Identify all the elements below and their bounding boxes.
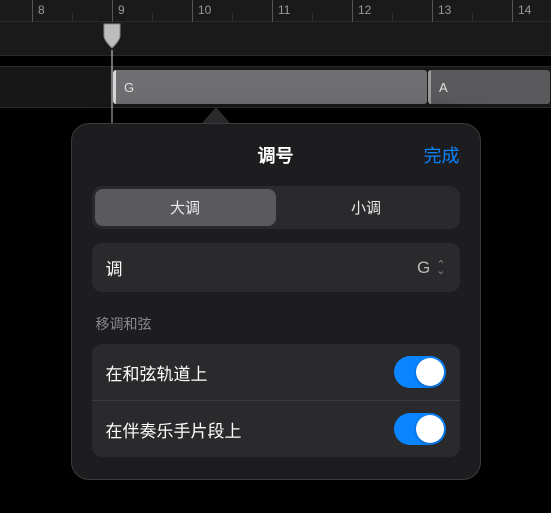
key-selector[interactable]: 调 G ⌃⌄ [92,243,460,292]
major-minor-segmented-control[interactable]: 大调 小调 [92,186,460,229]
done-button[interactable]: 完成 [424,142,460,168]
updown-chevron-icon: ⌃⌄ [436,262,445,274]
playhead-marker[interactable] [102,22,122,50]
timeline-ruler[interactable]: 8 9 10 11 12 13 14 [0,0,551,56]
toggle-label: 在伴奏乐手片段上 [106,417,242,442]
region-label: A [439,80,448,95]
ruler-bar-number: 12 [358,3,371,17]
ruler-bar-number: 8 [38,3,45,17]
switch-chord-track[interactable] [394,356,446,388]
popover-arrow [202,107,230,123]
switch-session-player[interactable] [394,413,446,445]
toggle-row-chord-track: 在和弦轨道上 [92,344,460,400]
toggle-row-session-player: 在伴奏乐手片段上 [92,400,460,457]
segment-minor[interactable]: 小调 [276,189,457,226]
segment-major[interactable]: 大调 [95,189,276,226]
toggle-label: 在和弦轨道上 [106,360,208,385]
key-signature-popover: 调号 完成 大调 小调 调 G ⌃⌄ 移调和弦 在和弦轨道上 在伴奏乐手片段上 [71,107,481,480]
ruler-bar-number: 11 [278,3,290,17]
popover-title: 调号 [258,146,294,166]
ruler-bar-number: 13 [438,3,451,17]
key-signature-track[interactable]: G A [0,66,551,108]
ruler-bar-number: 9 [118,3,125,17]
key-region-a[interactable]: A [428,70,550,104]
key-value: G [417,258,430,278]
transpose-section-label: 移调和弦 [96,314,456,334]
key-region-g[interactable]: G [113,70,427,104]
ruler-bar-number: 14 [518,3,531,17]
region-label: G [124,80,134,95]
transpose-options: 在和弦轨道上 在伴奏乐手片段上 [92,344,460,457]
key-label: 调 [106,255,123,280]
ruler-bar-number: 10 [198,3,211,17]
